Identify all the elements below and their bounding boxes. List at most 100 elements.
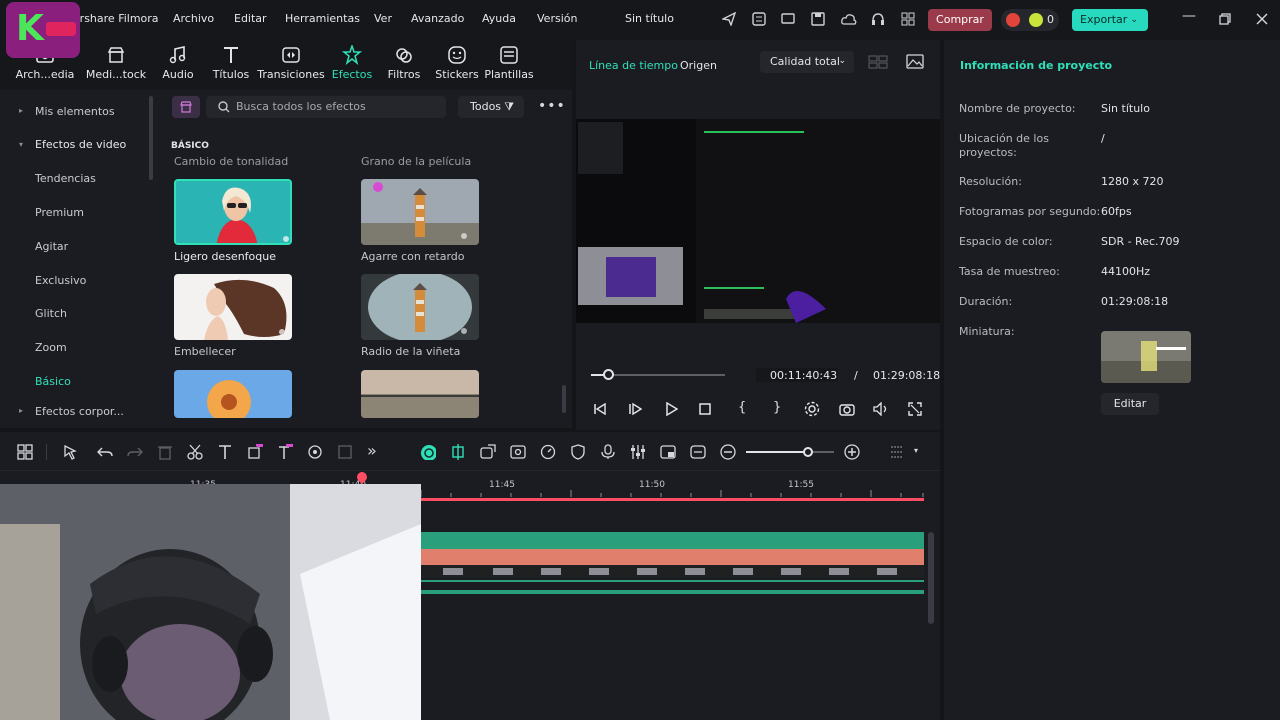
zoom-out-icon[interactable] [720,444,736,460]
microphone-icon[interactable] [600,444,616,460]
redo-icon[interactable] [127,444,143,460]
effect-preview-image [361,274,479,340]
menu-archivo[interactable]: Archivo [173,12,214,25]
menu-editar[interactable]: Editar [234,12,267,25]
layout-icon[interactable] [868,55,888,69]
list-icon[interactable] [752,12,766,26]
volume-icon[interactable] [873,402,889,416]
scrub-handle[interactable] [603,369,615,380]
send-icon[interactable] [722,12,736,26]
prev-frame-icon[interactable] [593,402,607,416]
transition-icon [282,47,300,63]
sidebar-scrollbar[interactable] [149,96,153,180]
sidebar-item-zoom[interactable]: Zoom [35,341,67,354]
menu-avanzado[interactable]: Avanzado [411,12,464,25]
scissors-icon[interactable] [187,444,203,460]
crop-icon[interactable] [247,444,263,460]
auto-highlight-icon[interactable] [420,444,436,460]
save-icon[interactable] [811,12,825,26]
color-match-icon[interactable] [307,444,323,460]
credits-pill[interactable]: 0 [1001,9,1059,31]
store-button[interactable] [172,96,200,118]
effect-thumb-ligero-desenfoque[interactable] [174,179,292,245]
snap-icon[interactable] [450,444,466,460]
select-tool-icon[interactable] [63,444,79,460]
scrub-track[interactable] [591,369,725,380]
restore-icon[interactable] [1219,13,1231,25]
mark-in-icon[interactable]: { [738,400,746,415]
headset-icon[interactable] [871,12,885,26]
sidebar-item-tendencias[interactable]: Tendencias [35,172,96,185]
sidebar-item-premium[interactable]: Premium [35,206,84,219]
close-icon[interactable] [1256,13,1268,25]
filmstrip-frames [443,568,897,575]
more-tools-icon[interactable]: » [367,441,377,460]
view-options-icon[interactable] [889,444,905,460]
menu-version[interactable]: Versión [537,12,577,25]
picture-in-picture-icon[interactable] [660,444,676,460]
mark-out-icon[interactable]: } [773,400,781,415]
multicam-icon[interactable] [510,444,526,460]
fullscreen-icon[interactable] [908,402,922,416]
delete-icon[interactable] [157,444,173,460]
quality-dropdown[interactable]: Calidad total ⌄ [760,51,854,73]
tab-origen[interactable]: Origen [680,59,717,72]
settings-icon[interactable] [804,401,820,417]
audio-waveform-track[interactable] [421,590,924,594]
effect-preview-image [174,370,292,418]
export-button[interactable]: Exportar ⌄ [1072,9,1148,31]
effect-thumb-embellecer[interactable] [174,274,292,340]
sidebar-item-efectos-corporativos[interactable]: Efectos corpor... [35,405,124,418]
filter-dropdown[interactable]: Todos ⧩ [458,96,524,118]
video-clip-track[interactable] [421,532,924,549]
snapshot-icon[interactable] [839,402,855,416]
monitor-icon[interactable] [781,12,795,26]
ai-text-icon[interactable] [277,444,293,460]
sidebar-item-agitar[interactable]: Agitar [35,240,68,253]
play-icon[interactable] [664,402,678,416]
effect-clip-track[interactable] [421,549,924,565]
grid-icon[interactable] [901,12,915,26]
zoom-handle[interactable] [802,447,813,457]
image-icon[interactable] [906,54,924,69]
tab-plantillas[interactable]: Plantillas [473,40,545,90]
tab-linea-de-tiempo[interactable]: Línea de tiempo [589,59,678,72]
keyframe-icon[interactable] [337,444,353,460]
link-clip-icon[interactable] [480,444,496,460]
more-icon[interactable]: ••• [538,98,566,114]
zoom-slider[interactable] [746,447,834,457]
search-field[interactable]: Busca todos los efectos [206,96,446,118]
sidebar-item-glitch[interactable]: Glitch [35,307,67,320]
menu-herramientas[interactable]: Herramientas [285,12,360,25]
sidebar-item-basico[interactable]: Básico [35,375,71,388]
speed-icon[interactable] [540,444,556,460]
effects-scrollbar[interactable] [562,385,566,413]
stop-icon[interactable] [698,402,712,416]
undo-icon[interactable] [97,444,113,460]
minimize-icon[interactable]: — [1182,8,1196,24]
buy-button[interactable]: Comprar [928,9,992,31]
video-preview[interactable] [576,119,940,323]
effect-thumb-partial[interactable] [361,370,479,418]
filmstrip-track[interactable] [421,565,924,578]
sidebar-item-exclusivo[interactable]: Exclusivo [35,274,86,287]
menu-ayuda[interactable]: Ayuda [482,12,516,25]
text-tool-icon[interactable] [217,444,233,460]
zoom-in-icon[interactable] [844,444,860,460]
layout-grid-icon[interactable] [17,444,33,460]
sidebar-item-mis-elementos[interactable]: Mis elementos [35,105,115,118]
audio-mixer-icon[interactable] [630,444,646,460]
caret-down-icon[interactable]: ▾ [914,446,918,455]
shield-icon[interactable] [570,444,586,460]
info-key: Espacio de color: [959,235,1053,248]
cloud-icon[interactable] [841,12,857,26]
effect-thumb-partial[interactable] [174,370,292,418]
timeline-scrollbar[interactable] [928,532,934,624]
effect-thumb-radio-vineta[interactable] [361,274,479,340]
menu-ver[interactable]: Ver [374,12,392,25]
next-frame-icon[interactable] [628,402,642,416]
edit-thumbnail-button[interactable]: Editar [1101,393,1159,415]
fit-timeline-icon[interactable] [690,444,706,460]
effect-thumb-agarre-con-retardo[interactable] [361,179,479,245]
sidebar-item-efectos-video[interactable]: Efectos de video [35,138,126,151]
